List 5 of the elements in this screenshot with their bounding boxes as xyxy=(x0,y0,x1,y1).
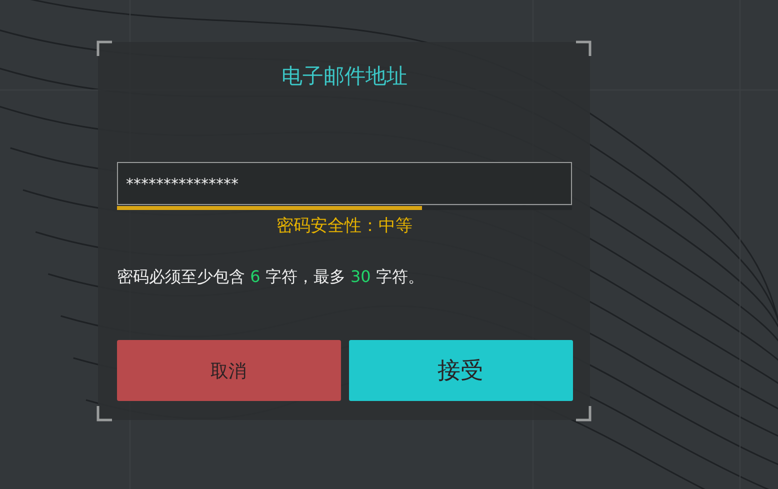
accept-button[interactable]: 接受 xyxy=(348,340,572,401)
password-rule-text: 密码必须至少包含 6 字符，最多 30 字符。 xyxy=(117,267,424,288)
password-field[interactable]: *************** xyxy=(117,162,572,205)
dialog-title: 电子邮件地址 xyxy=(282,63,408,90)
strength-label: 密码安全性：中等 xyxy=(276,215,412,237)
